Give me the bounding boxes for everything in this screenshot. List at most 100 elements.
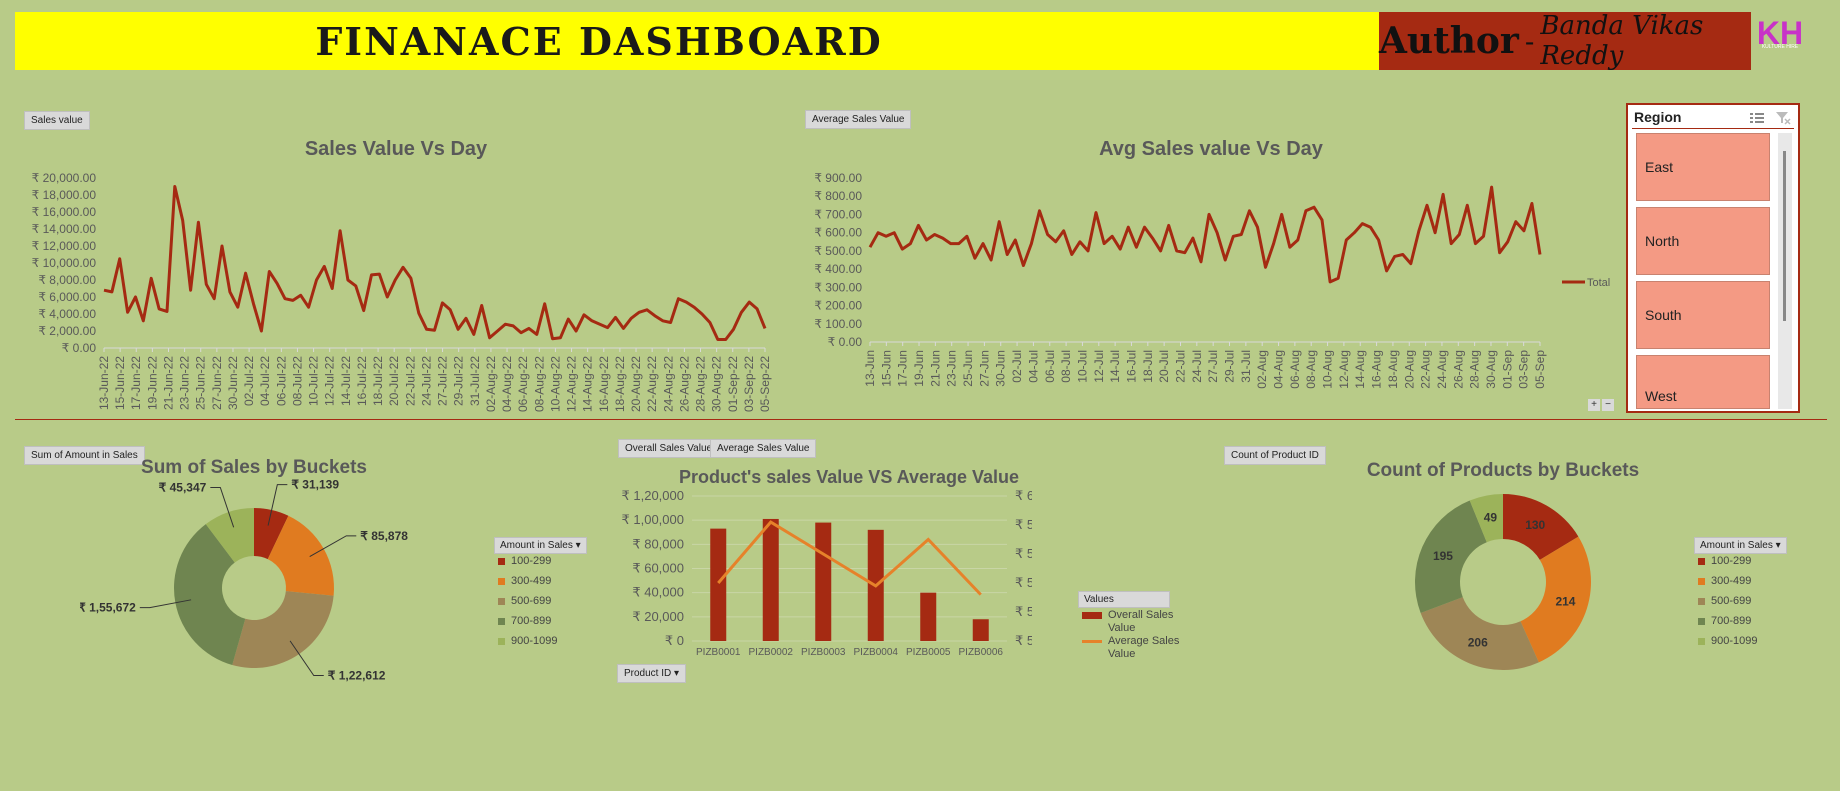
y2-tick-label: ₹ 560.00 [1015,546,1032,561]
x-tick-label: 24-Jul-22 [419,356,433,406]
legend-swatch [1698,617,1705,625]
y2-tick-label: ₹ 580.00 [1015,517,1032,532]
y-tick-label: ₹ 100.00 [814,317,862,331]
x-tick-label: 18-Aug [1386,350,1400,389]
x-tick-label: 20-Aug-22 [629,356,643,412]
legend-item: 500-699 [1698,595,1751,607]
x-tick-label: 18-Jul [1141,350,1155,383]
x-tick-label: 13-Jun [863,350,877,387]
legend-item: Average Sales Value [1082,635,1182,661]
x-tick-label: 17-Jun-22 [129,356,143,410]
collapse-button[interactable]: − [1602,399,1614,411]
x-tick-label: 22-Jul [1173,350,1187,383]
legend-swatch [498,557,505,565]
author-label: Author [1379,20,1519,62]
x-tick-label: 16-Jul-22 [355,356,369,406]
x-tick-label: 01-Sep [1500,350,1514,389]
slicer-scroll-thumb[interactable] [1783,151,1786,321]
x-tick-label: 26-Aug-22 [677,356,691,412]
chart-title: Count of Products by Buckets [1367,460,1639,481]
y-tick-label: ₹ 1,20,000 [622,488,685,503]
legend-title-button[interactable]: Amount in Sales ▾ [494,537,587,554]
y-tick-label: ₹ 16,000.00 [32,205,97,219]
y-tick-label: ₹ 60,000 [632,561,684,576]
count-of-products-legend: Amount in Sales ▾ 100-299 300-499 500-699 70… [1694,537,1814,657]
x-tick-label: 06-Aug-22 [516,356,530,412]
x-tick-label: 30-Jun-22 [226,356,240,410]
x-tick-label: PIZB0003 [801,647,846,658]
x-tick-label: 22-Aug-22 [645,356,659,412]
data-label: 214 [1555,595,1575,609]
slicer-item-east[interactable]: East [1636,133,1770,201]
x-tick-label: 12-Aug-22 [565,356,579,412]
legend-swatch [498,577,505,585]
x-tick-label: 14-Aug-22 [581,356,595,412]
x-tick-label: 19-Jun-22 [145,356,159,410]
y-tick-label: ₹ 12,000.00 [32,239,97,253]
y2-tick-label: ₹ 520.00 [1015,604,1032,619]
slicer-item-north[interactable]: North [1636,207,1770,275]
bar [815,522,832,641]
y-tick-label: ₹ 0 [665,633,684,648]
x-tick-label: 27-Jun-22 [210,356,224,410]
chart-title: Sum of Sales by Buckets [141,457,367,478]
legend-item: 700-899 [1698,615,1751,627]
legend-item: 500-699 [498,595,551,607]
data-label: 195 [1433,549,1453,563]
x-tick-label: 06-Aug [1288,350,1302,389]
x-tick-label: 03-Sep-22 [742,356,756,412]
x-tick-label: 02-Jul-22 [242,356,256,406]
product-id-filter-button[interactable]: Product ID [617,664,687,683]
legend-label: 900-1099 [1711,635,1758,647]
data-label: 49 [1484,511,1498,525]
x-tick-label: 27-Jun [977,350,991,387]
clear-filter-icon[interactable] [1774,109,1792,125]
x-tick-label: 04-Jul-22 [258,356,272,406]
x-tick-label: 28-Aug-22 [694,356,708,412]
legend-label: 700-899 [511,615,552,627]
y-tick-label: ₹ 600.00 [814,226,862,240]
dashboard-title: FINANACE DASHBOARD [315,18,883,64]
x-tick-label: 30-Aug [1484,350,1498,389]
x-tick-label: 08-Aug-22 [532,356,546,412]
count-product-id-field-button[interactable]: Count of Product ID [1224,446,1326,465]
slicer-title: Region [1634,109,1682,125]
legend-swatch [1082,640,1102,643]
legend-item: 900-1099 [1698,635,1758,647]
data-label: 206 [1468,635,1488,649]
chart-title: Avg Sales value Vs Day [1099,138,1324,160]
slicer-item-south[interactable]: South [1636,281,1770,349]
x-tick-label: 29-Jul-22 [452,356,466,406]
x-tick-label: 14-Aug [1353,350,1367,389]
y-tick-label: ₹ 700.00 [814,207,862,221]
multi-select-icon[interactable] [1748,109,1766,125]
legend-label: Total [1587,277,1610,289]
y-tick-label: ₹ 40,000 [632,585,684,600]
legend-swatch [1698,637,1705,645]
data-label: ₹ 31,139 [291,478,339,492]
legend-swatch [498,597,505,605]
series-line [103,185,767,341]
x-tick-label: 01-Sep-22 [726,356,740,412]
x-tick-label: 24-Jul [1190,350,1204,383]
region-slicer: Region East North South West [1626,103,1800,413]
slicer-scrollbar[interactable] [1778,133,1792,409]
x-tick-label: 02-Jul [1010,350,1024,383]
expand-button[interactable]: + [1588,399,1600,411]
sum-of-sales-legend: Amount in Sales ▾ 100-299 300-499 500-699 70… [494,537,614,657]
legend-item: 700-899 [498,615,551,627]
x-tick-label: 30-Aug-22 [710,356,724,412]
x-tick-label: 04-Jul [1026,350,1040,383]
x-tick-label: 12-Aug [1337,350,1351,389]
sales-value-vs-day-chart: Sales Value Vs Day ₹ 20,000.00 ₹ 18,000.00… [32,138,772,412]
y-tick-label: ₹ 8,000.00 [38,273,96,287]
y-tick-label: ₹ 18,000.00 [32,188,97,202]
legend-label: 700-899 [1711,615,1752,627]
legend-title-button[interactable]: Amount in Sales ▾ [1694,537,1787,554]
x-tick-label: 16-Jul [1124,350,1138,383]
x-tick-label: 10-Aug-22 [548,356,562,412]
slicer-item-west[interactable]: West [1636,355,1770,409]
author-banner: Author - Banda Vikas Reddy [1379,11,1751,71]
x-tick-label: 10-Jul [1075,350,1089,383]
x-tick-label: 20-Jul-22 [387,356,401,406]
